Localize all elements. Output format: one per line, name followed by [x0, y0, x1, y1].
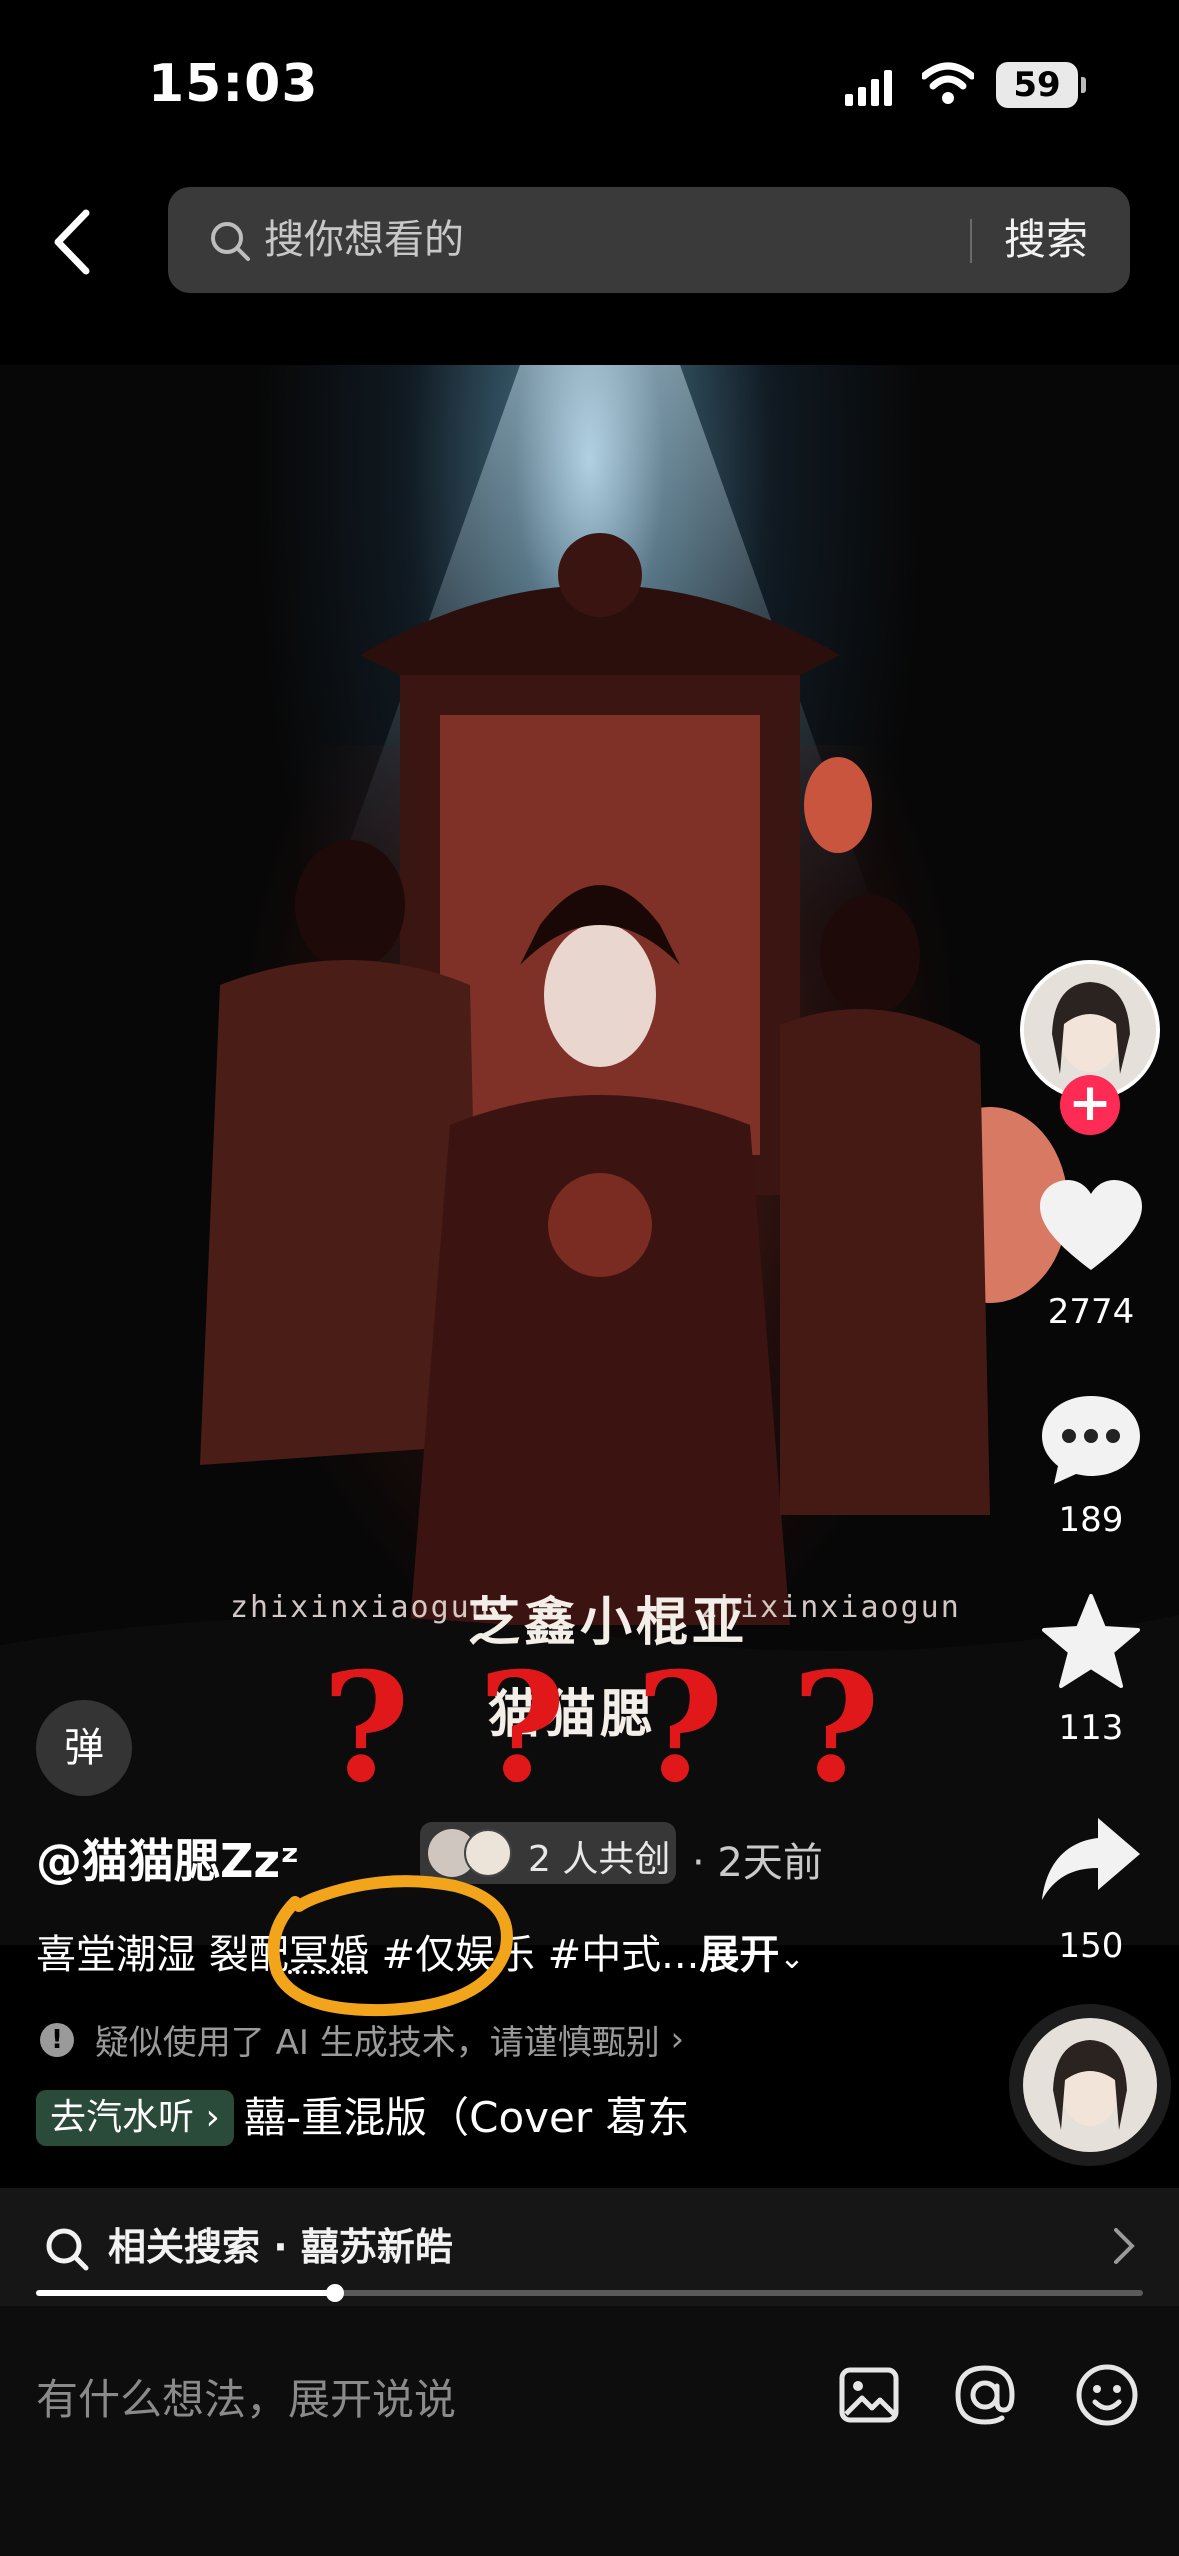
- search-icon: [46, 2228, 89, 2271]
- question-mark: ?: [322, 1640, 410, 1816]
- share-icon[interactable]: [1036, 1810, 1146, 1910]
- cellular-signal-icon: [845, 70, 892, 106]
- coauthor-label: 2 人共创: [528, 1839, 671, 1880]
- annotation-circle: [267, 1875, 513, 2017]
- question-mark: ?: [636, 1640, 724, 1816]
- description-text: 喜堂潮湿 裂配: [36, 1932, 289, 1978]
- music-disc[interactable]: [1023, 2018, 1157, 2152]
- at-icon[interactable]: [952, 2362, 1018, 2428]
- ai-notice[interactable]: ! 疑似使用了 AI 生成技术，请谨慎甄别 ›: [40, 2015, 684, 2064]
- related-search-bar[interactable]: 相关搜索 · 囍苏新皓: [0, 2188, 1179, 2306]
- heart-icon[interactable]: [1036, 1178, 1146, 1278]
- comment-bar: [0, 2306, 1179, 2556]
- music-chip[interactable]: 去汽水听 ›: [36, 2090, 234, 2146]
- comment-icon[interactable]: [1036, 1390, 1146, 1490]
- music-title[interactable]: 囍-重混版（Cover 葛东: [244, 2090, 724, 2146]
- like-count: 2774: [1047, 1292, 1135, 1332]
- music-disc-avatar: [1023, 2018, 1157, 2152]
- chevron-right-icon: [1114, 2228, 1135, 2264]
- comment-input[interactable]: [36, 2364, 796, 2434]
- warning-icon: !: [40, 2022, 74, 2057]
- expand-button[interactable]: 展开: [699, 1932, 779, 1978]
- back-icon[interactable]: [38, 205, 108, 280]
- star-icon[interactable]: [1036, 1592, 1146, 1692]
- favorite-count: 113: [1058, 1708, 1124, 1748]
- search-divider: [970, 219, 972, 263]
- status-time: 15:03: [148, 54, 319, 114]
- share-count: 150: [1058, 1926, 1124, 1966]
- search-icon: [211, 222, 250, 261]
- chevron-right-icon: ›: [194, 2097, 220, 2138]
- danmaku-label: 弹: [64, 1725, 104, 1771]
- coauthor-avatar: [464, 1829, 512, 1877]
- post-time: · 2天前: [692, 1840, 823, 1886]
- search-button[interactable]: 搜索: [1004, 209, 1088, 271]
- wifi-icon: [922, 62, 974, 104]
- watermark-left: zhixinxiaogun: [230, 1590, 491, 1625]
- progress-fill: [36, 2290, 335, 2296]
- search-bar[interactable]: 搜索: [168, 187, 1130, 293]
- related-search-label: 相关搜索 · 囍苏新皓: [108, 2225, 453, 2269]
- hashtag[interactable]: #中式...: [548, 1932, 700, 1978]
- search-input[interactable]: [264, 207, 1014, 273]
- comment-count: 189: [1058, 1500, 1124, 1540]
- progress-knob[interactable]: [325, 2284, 344, 2302]
- chevron-right-icon: ›: [670, 2019, 685, 2060]
- image-icon[interactable]: [836, 2362, 902, 2428]
- emoji-icon[interactable]: [1074, 2362, 1140, 2428]
- battery-indicator: 59: [996, 62, 1086, 108]
- ai-notice-text: 疑似使用了 AI 生成技术，请谨慎甄别: [94, 2023, 660, 2063]
- video-progress-bar[interactable]: [36, 2284, 1143, 2302]
- danmaku-button[interactable]: 弹: [36, 1700, 132, 1796]
- question-mark: ?: [792, 1640, 880, 1816]
- question-mark: ?: [478, 1640, 566, 1816]
- chevron-down-icon: ⌄: [779, 1941, 805, 1976]
- follow-button[interactable]: +: [1060, 1075, 1120, 1135]
- music-chip-label: 去汽水听: [50, 2097, 195, 2138]
